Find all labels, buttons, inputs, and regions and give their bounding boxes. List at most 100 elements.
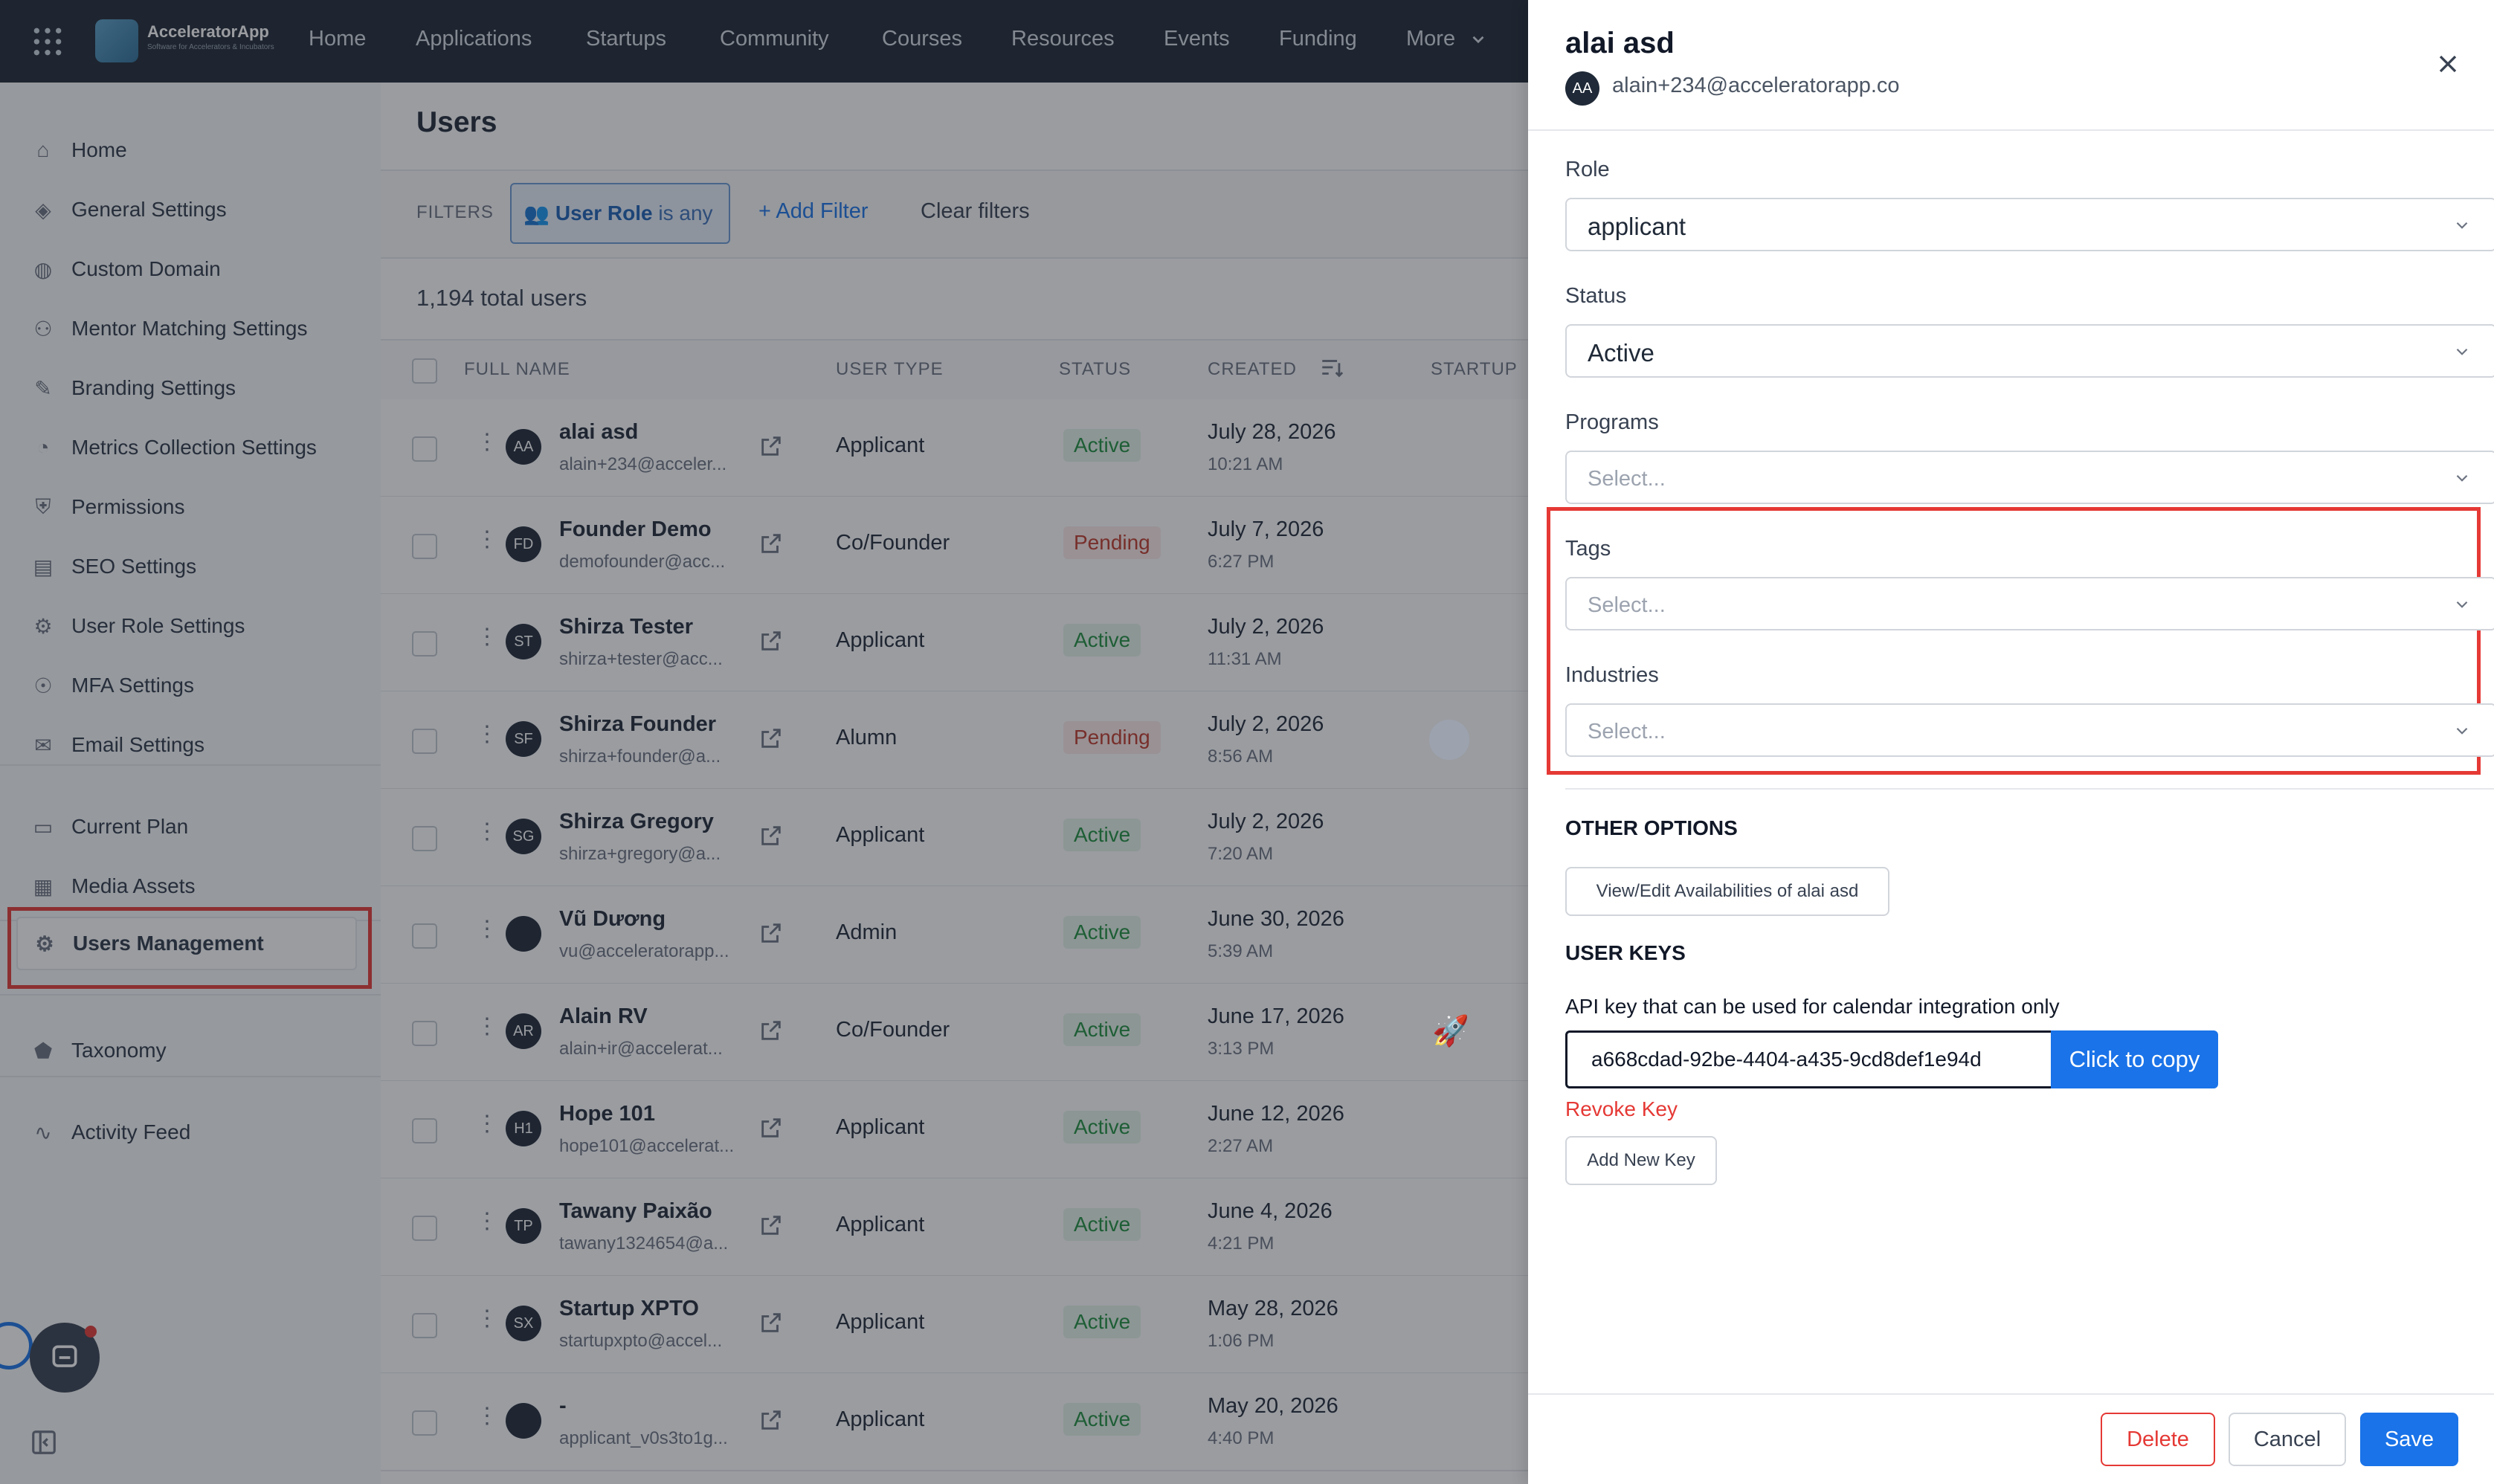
row-checkbox[interactable] [412,534,437,559]
collapse-sidebar-icon[interactable] [30,1428,58,1456]
nav-events[interactable]: Events [1164,27,1230,51]
row-checkbox[interactable] [412,1313,437,1338]
add-new-key-button[interactable]: Add New Key [1565,1136,1717,1185]
row-checkbox[interactable] [412,1216,437,1241]
row-checkbox[interactable] [412,1410,437,1436]
row-menu-icon[interactable]: ⋮ [476,624,498,650]
sidebar-item-metrics[interactable]: ◔ Metrics Collection Settings [30,425,357,470]
sidebar-item-branding[interactable]: ✎ Branding Settings [30,366,357,410]
user-name[interactable]: Shirza Tester [559,615,693,639]
industries-select[interactable]: Select... [1565,703,2494,757]
user-name[interactable]: Tawany Paixão [559,1199,712,1224]
table-row[interactable]: ⋮ SF Shirza Founder shirza+founder@a... Alum… [381,691,1528,790]
table-row[interactable]: ⋮ AA alai asd alain+234@acceler... Applicant… [381,399,1528,497]
external-link-icon[interactable] [758,1407,784,1433]
table-row[interactable]: ⋮ ST Shirza Tester shirza+tester@acc... Appl… [381,594,1528,692]
column-created[interactable]: CREATED [1208,359,1297,380]
table-row[interactable]: ⋮ - applicant_v0s3to1g... Applicant Active Ma… [381,1373,1528,1471]
external-link-icon[interactable] [758,1115,784,1141]
sort-icon[interactable] [1319,355,1344,380]
column-full-name[interactable]: FULL NAME [464,359,570,380]
nav-home[interactable]: Home [309,27,366,51]
external-link-icon[interactable] [758,433,784,459]
copy-api-key-button[interactable]: Click to copy [2051,1030,2218,1088]
row-menu-icon[interactable]: ⋮ [476,819,498,845]
table-row[interactable]: ⋮ H1 Hope 101 hope101@accelerat... Applicant… [381,1081,1528,1179]
nav-applications[interactable]: Applications [416,27,532,51]
row-menu-icon[interactable]: ⋮ [476,1013,498,1039]
sidebar-item-seo[interactable]: ▤ SEO Settings [30,544,357,589]
user-name[interactable]: - [559,1394,567,1419]
table-row[interactable]: ⋮ SX Startup XPTO startupxpto@accel... Appli… [381,1276,1528,1374]
row-menu-icon[interactable]: ⋮ [476,1111,498,1137]
revoke-key-link[interactable]: Revoke Key [1565,1097,1678,1121]
row-menu-icon[interactable]: ⋮ [476,916,498,942]
tags-select[interactable]: Select... [1565,577,2494,630]
external-link-icon[interactable] [758,1213,784,1238]
column-user-type[interactable]: USER TYPE [836,359,944,380]
external-link-icon[interactable] [758,920,784,946]
table-row[interactable]: ⋮ AR Alain RV alain+ir@accelerat... Co/Found… [381,984,1528,1082]
table-row[interactable]: ⋮ TP Tawany Paixão tawany1324654@a... Applic… [381,1178,1528,1277]
apps-grid-icon[interactable] [31,25,64,58]
external-link-icon[interactable] [758,1310,784,1335]
external-link-icon[interactable] [758,1018,784,1043]
row-checkbox[interactable] [412,826,437,851]
delete-button[interactable]: Delete [2101,1413,2215,1466]
row-menu-icon[interactable]: ⋮ [476,721,498,747]
api-key-field[interactable]: a668cdad-92be-4404-a435-9cd8def1e94d [1565,1030,2053,1088]
user-name[interactable]: alai asd [559,420,638,445]
sidebar-item-taxonomy[interactable]: ⬟ Taxonomy [30,1028,357,1073]
row-checkbox[interactable] [412,1021,437,1046]
nav-funding[interactable]: Funding [1279,27,1357,51]
nav-courses[interactable]: Courses [882,27,962,51]
sidebar-item-media-assets[interactable]: ▦ Media Assets [30,864,357,909]
row-checkbox[interactable] [412,631,437,656]
sidebar-item-activity-feed[interactable]: ∿ Activity Feed [30,1110,357,1155]
nav-resources[interactable]: Resources [1011,27,1115,51]
table-row[interactable]: ⋮ Vũ Dương vu@acceleratorapp... Admin Active… [381,886,1528,984]
user-name[interactable]: Vũ Dương [559,907,666,932]
row-checkbox[interactable] [412,436,437,462]
view-edit-availabilities-button[interactable]: View/Edit Availabilities of alai asd [1565,867,1889,916]
row-checkbox[interactable] [412,729,437,754]
close-icon[interactable] [2433,49,2463,79]
external-link-icon[interactable] [758,726,784,751]
user-name[interactable]: Alain RV [559,1004,648,1029]
save-button[interactable]: Save [2360,1413,2458,1466]
sidebar-item-permissions[interactable]: ⛨ Permissions [30,485,357,529]
user-name[interactable]: Founder Demo [559,517,712,542]
filter-chip-user-role[interactable]: 👥 User Role is any [510,183,730,244]
sidebar-item-mentor-matching[interactable]: ⚇ Mentor Matching Settings [30,306,357,351]
column-status[interactable]: STATUS [1059,359,1131,380]
nav-community[interactable]: Community [720,27,829,51]
row-menu-icon[interactable]: ⋮ [476,1306,498,1332]
sidebar-item-user-role[interactable]: ⚙ User Role Settings [30,604,357,648]
user-name[interactable]: Shirza Gregory [559,810,714,834]
user-name[interactable]: Startup XPTO [559,1297,699,1321]
sidebar-item-current-plan[interactable]: ▭ Current Plan [30,804,357,849]
user-name[interactable]: Shirza Founder [559,712,716,737]
user-name[interactable]: Hope 101 [559,1102,655,1126]
help-widget-ring[interactable] [0,1322,33,1370]
external-link-icon[interactable] [758,823,784,848]
status-select[interactable]: Active [1565,324,2494,378]
row-checkbox[interactable] [412,1118,437,1143]
nav-startups[interactable]: Startups [586,27,666,51]
add-filter-button[interactable]: + Add Filter [758,199,869,224]
clear-filters-button[interactable]: Clear filters [921,199,1030,224]
nav-more[interactable]: More [1406,27,1488,51]
select-all-checkbox[interactable] [412,358,437,384]
row-checkbox[interactable] [412,923,437,949]
table-row[interactable]: ⋮ FD Founder Demo demofounder@acc... Co/Foun… [381,497,1528,595]
row-menu-icon[interactable]: ⋮ [476,1208,498,1234]
sidebar-item-email[interactable]: ✉ Email Settings [30,723,357,767]
row-menu-icon[interactable]: ⋮ [476,429,498,455]
sidebar-item-general-settings[interactable]: ◈ General Settings [30,187,357,232]
table-row[interactable]: ⋮ SG Shirza Gregory shirza+gregory@a... Appl… [381,789,1528,887]
row-menu-icon[interactable]: ⋮ [476,1403,498,1429]
role-select[interactable]: applicant [1565,198,2494,251]
brand-logo[interactable] [95,19,138,62]
external-link-icon[interactable] [758,531,784,556]
chat-launcher[interactable] [30,1323,100,1393]
